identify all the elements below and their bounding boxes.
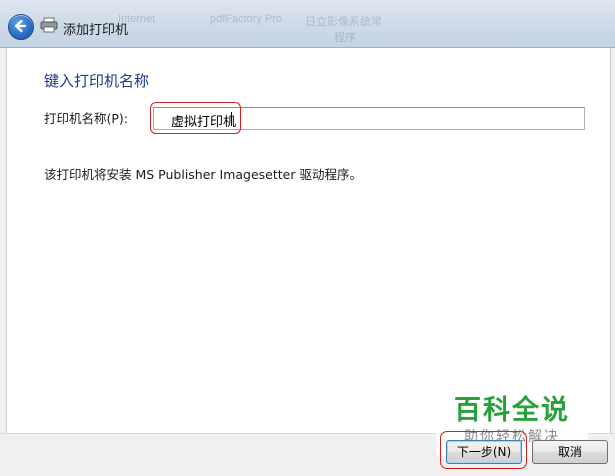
cancel-button[interactable]: 取消	[532, 440, 608, 464]
text-caret	[231, 112, 232, 126]
printer-icon	[40, 17, 58, 33]
background-desktop-item: pdfFactory Pro	[210, 13, 283, 25]
back-arrow-icon	[14, 19, 27, 33]
background-desktop-item: 日立影像系统常	[305, 16, 382, 28]
page-heading: 键入打印机名称	[44, 72, 150, 90]
background-desktop-item: 程序	[334, 32, 356, 44]
window-title: 添加打印机	[63, 23, 129, 38]
wizard-content-panel: 键入打印机名称 打印机名称(P): 虚拟打印机 该打印机将安装 MS Publi…	[6, 48, 611, 433]
title-bar: Internet pdfFactory Pro 日立影像系统常 程序 添加打印机	[0, 0, 615, 48]
back-button[interactable]	[8, 14, 34, 40]
printer-name-input[interactable]: 虚拟打印机	[153, 107, 585, 130]
driver-info-text: 该打印机将安装 MS Publisher Imagesetter 驱动程序。	[44, 167, 362, 182]
printer-name-value: 虚拟打印机	[171, 115, 237, 130]
watermark-main-text: 百科全说	[454, 395, 570, 426]
printer-name-label: 打印机名称(P):	[44, 111, 129, 126]
next-button[interactable]: 下一步(N)	[446, 440, 522, 464]
